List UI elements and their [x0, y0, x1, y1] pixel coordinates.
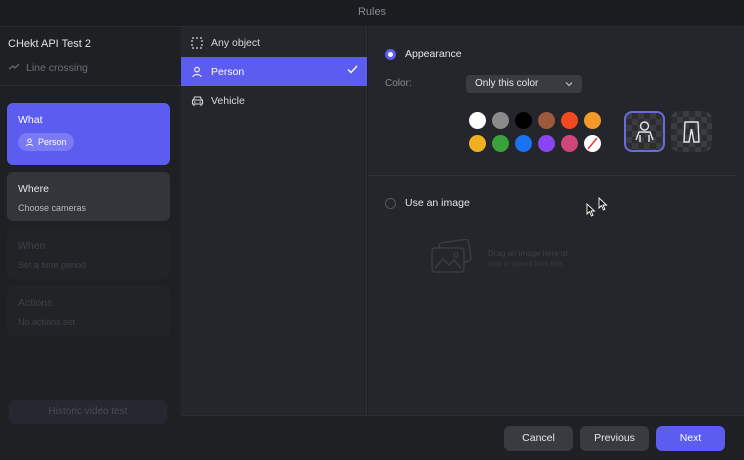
use-image-radio[interactable] [385, 198, 396, 209]
color-swatch[interactable] [492, 112, 509, 129]
image-placeholder-icon [430, 238, 474, 280]
title-bar: Rules [0, 0, 744, 27]
chevron-down-icon [565, 75, 573, 100]
step-actions-card[interactable]: Actions No actions set [7, 286, 170, 336]
attributes-panel: Appearance Color: Only this color Use an… [368, 27, 744, 415]
upper-body-tile[interactable] [624, 111, 665, 152]
color-mode-value: Only this color [475, 78, 539, 89]
color-swatch[interactable] [561, 135, 578, 152]
drop-zone-text[interactable]: Drag an image here or [488, 249, 568, 258]
step-where-card[interactable]: Where Choose cameras [7, 172, 170, 221]
next-button[interactable]: Next [656, 426, 725, 451]
color-mode-dropdown[interactable]: Only this color [466, 75, 582, 93]
color-swatch[interactable] [515, 112, 532, 129]
color-swatch[interactable] [492, 135, 509, 152]
appearance-radio[interactable] [385, 49, 396, 60]
step-where-label: Where [18, 183, 49, 195]
step-when-sub: Set a time period [18, 260, 87, 270]
person-chip: Person [18, 133, 74, 151]
color-swatch[interactable] [538, 112, 555, 129]
object-any-label: Any object [211, 36, 261, 49]
previous-button[interactable]: Previous [580, 426, 649, 451]
rule-type: Line crossing [8, 62, 88, 74]
color-swatch[interactable] [584, 112, 601, 129]
divider [368, 175, 736, 176]
mouse-cursor-icon [586, 202, 596, 222]
divider [0, 85, 181, 86]
color-swatch[interactable] [515, 135, 532, 152]
step-where-sub: Choose cameras [18, 203, 87, 213]
drop-zone-subtext[interactable]: click to upload from files [488, 261, 563, 268]
dashed-square-icon [190, 36, 204, 50]
mouse-cursor-icon [598, 196, 608, 216]
object-person[interactable]: Person [181, 57, 367, 86]
lower-body-icon [683, 121, 700, 143]
chip-label: Person [38, 137, 67, 147]
checkmark-icon [347, 65, 358, 77]
car-icon [190, 94, 204, 108]
cancel-button[interactable]: Cancel [504, 426, 573, 451]
historic-video-test-button[interactable]: Historic video test [9, 400, 167, 424]
step-actions-sub: No actions set [18, 317, 76, 327]
object-vehicle[interactable]: Vehicle [181, 86, 367, 115]
color-swatch[interactable] [561, 112, 578, 129]
color-label: Color: [385, 78, 412, 89]
rule-type-label: Line crossing [26, 62, 88, 74]
step-when-label: When [18, 240, 46, 252]
step-what-card[interactable]: What Person [7, 103, 170, 165]
rule-name: CHekt API Test 2 [8, 38, 91, 50]
color-swatch[interactable] [469, 135, 486, 152]
color-swatch[interactable] [469, 112, 486, 129]
step-what-label: What [18, 114, 43, 126]
person-icon [190, 65, 204, 79]
object-list: Any object Person Vehicle [181, 27, 367, 415]
rule-steps-panel: CHekt API Test 2 Line crossing What Pers… [0, 27, 181, 460]
no-color-swatch[interactable] [584, 135, 601, 152]
object-any[interactable]: Any object [181, 28, 367, 57]
lower-body-tile[interactable] [671, 111, 712, 152]
step-actions-label: Actions [18, 297, 53, 309]
window-title: Rules [357, 6, 387, 18]
color-swatch[interactable] [538, 135, 555, 152]
upper-body-icon [635, 121, 654, 142]
use-image-label: Use an image [405, 197, 470, 209]
line-crossing-icon [8, 62, 20, 74]
object-vehicle-label: Vehicle [211, 94, 245, 107]
object-person-label: Person [211, 65, 245, 78]
person-icon [25, 137, 34, 146]
appearance-label: Appearance [405, 48, 462, 60]
step-when-card[interactable]: When Set a time period [7, 229, 170, 279]
